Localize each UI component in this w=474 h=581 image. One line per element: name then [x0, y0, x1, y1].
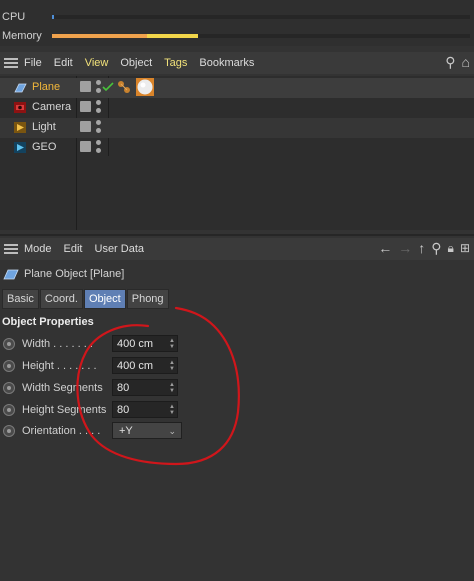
up-arrow-icon[interactable]: ↑ [418, 240, 425, 256]
stats-panel: CPU Memory [0, 0, 474, 46]
object-title: Plane Object [Plane] [24, 268, 125, 280]
new-panel-icon[interactable]: ⊞ [460, 240, 470, 256]
light-icon [14, 122, 26, 133]
attribute-manager-menubar: Mode Edit User Data ← → ↑ ⚲ 🔒︎ ⊞ [0, 238, 474, 260]
object-name[interactable]: Light [32, 121, 56, 133]
height-field[interactable]: 400 cm ▲ ▼ [112, 357, 178, 374]
search-icon[interactable]: ⚲ [431, 240, 441, 256]
menu-hamburger-icon[interactable] [4, 244, 18, 254]
object-row-geo[interactable]: GEO [0, 138, 474, 158]
render-dots[interactable] [96, 140, 101, 154]
object-row-light[interactable]: Light [0, 118, 474, 138]
visibility-toggle[interactable] [80, 81, 91, 92]
property-orientation: Orientation . . . . +Y ⌄ [0, 421, 474, 441]
menu-user-data[interactable]: User Data [95, 243, 145, 255]
geo-icon [14, 142, 26, 153]
object-row-camera[interactable]: Camera [0, 98, 474, 118]
menu-view[interactable]: View [85, 57, 109, 69]
home-icon[interactable]: ⌂ [462, 54, 470, 70]
forward-arrow-icon[interactable]: → [398, 240, 412, 256]
orientation-select[interactable]: +Y ⌄ [112, 422, 182, 439]
width-segments-field[interactable]: 80 ▲ ▼ [112, 379, 178, 396]
property-label: Orientation . . . . [22, 425, 101, 437]
object-manager-menubar: File Edit View Object Tags Bookmarks ⚲ ⌂ [0, 52, 474, 74]
menu-edit[interactable]: Edit [64, 243, 83, 255]
menu-object[interactable]: Object [120, 57, 152, 69]
om-toolbar-icons: ⚲ ⌂ [445, 54, 470, 70]
menu-file[interactable]: File [24, 57, 42, 69]
cpu-label: CPU [2, 11, 26, 23]
property-label: Width . . . . . . . [22, 338, 93, 350]
render-dots[interactable] [96, 120, 101, 134]
animate-toggle[interactable] [3, 382, 15, 394]
render-dots[interactable] [96, 100, 101, 114]
field-value: 400 cm [117, 338, 154, 350]
property-width-segments: Width Segments 80 ▲ ▼ [0, 378, 474, 398]
menu-edit[interactable]: Edit [54, 57, 73, 69]
property-label: Height . . . . . . . [22, 360, 97, 372]
object-name[interactable]: GEO [32, 141, 56, 153]
width-field[interactable]: 400 cm ▲ ▼ [112, 335, 178, 352]
stepper-icon[interactable]: ▲ ▼ [169, 382, 175, 394]
search-icon[interactable]: ⚲ [445, 54, 455, 70]
group-title: Object Properties [2, 316, 94, 328]
field-value: 80 [117, 404, 130, 416]
plane-icon [14, 83, 27, 93]
am-toolbar-icons: ← → ↑ ⚲ 🔒︎ ⊞ [378, 240, 470, 256]
object-list: Plane Camera Light GEO [0, 76, 474, 230]
property-label: Width Segments [22, 382, 103, 394]
back-arrow-icon[interactable]: ← [378, 240, 392, 256]
object-name[interactable]: Plane [32, 81, 60, 93]
tab-coord[interactable]: Coord. [39, 289, 83, 309]
checkmark-icon[interactable] [102, 82, 114, 92]
visibility-toggle[interactable] [80, 141, 91, 152]
tab-phong[interactable]: Phong [126, 289, 169, 309]
tab-basic[interactable]: Basic [2, 289, 39, 309]
chevron-down-icon: ⌄ [168, 426, 176, 436]
stepper-icon[interactable]: ▲ ▼ [169, 338, 175, 350]
visibility-toggle[interactable] [80, 121, 91, 132]
lock-icon[interactable]: 🔒︎ [448, 240, 454, 256]
attribute-tabs: Basic Coord. Object Phong [2, 289, 170, 309]
stepper-icon[interactable]: ▲ ▼ [169, 360, 175, 372]
menu-bookmarks[interactable]: Bookmarks [199, 57, 254, 69]
animate-toggle[interactable] [3, 338, 15, 350]
property-width: Width . . . . . . . 400 cm ▲ ▼ [0, 334, 474, 354]
cpu-bar-fill [52, 15, 55, 19]
memory-label: Memory [2, 30, 42, 42]
memory-bar [52, 34, 470, 38]
object-name[interactable]: Camera [32, 101, 71, 113]
visibility-toggle[interactable] [80, 101, 91, 112]
plane-object-icon [3, 269, 19, 280]
memory-bar-fill [52, 34, 199, 38]
menu-mode[interactable]: Mode [24, 243, 52, 255]
select-value: +Y [119, 425, 133, 437]
animate-toggle[interactable] [3, 425, 15, 437]
cpu-bar [52, 15, 470, 19]
field-value: 400 cm [117, 360, 154, 372]
stepper-icon[interactable]: ▲ ▼ [169, 404, 175, 416]
field-value: 80 [117, 382, 130, 394]
property-height: Height . . . . . . . 400 cm ▲ ▼ [0, 356, 474, 376]
tag-icon[interactable] [116, 79, 132, 95]
property-label: Height Segments [22, 404, 107, 416]
property-height-segments: Height Segments 80 ▲ ▼ [0, 400, 474, 420]
menu-tags[interactable]: Tags [164, 57, 187, 69]
object-row-plane[interactable]: Plane [0, 78, 474, 98]
animate-toggle[interactable] [3, 360, 15, 372]
panel-divider[interactable] [0, 234, 474, 236]
height-segments-field[interactable]: 80 ▲ ▼ [112, 401, 178, 418]
camera-icon [14, 102, 26, 113]
tab-object[interactable]: Object [83, 289, 126, 309]
animate-toggle[interactable] [3, 404, 15, 416]
material-tag-icon[interactable] [136, 78, 154, 96]
render-dots[interactable] [96, 80, 101, 94]
menu-hamburger-icon[interactable] [4, 58, 18, 68]
object-manager: File Edit View Object Tags Bookmarks ⚲ ⌂… [0, 52, 474, 230]
